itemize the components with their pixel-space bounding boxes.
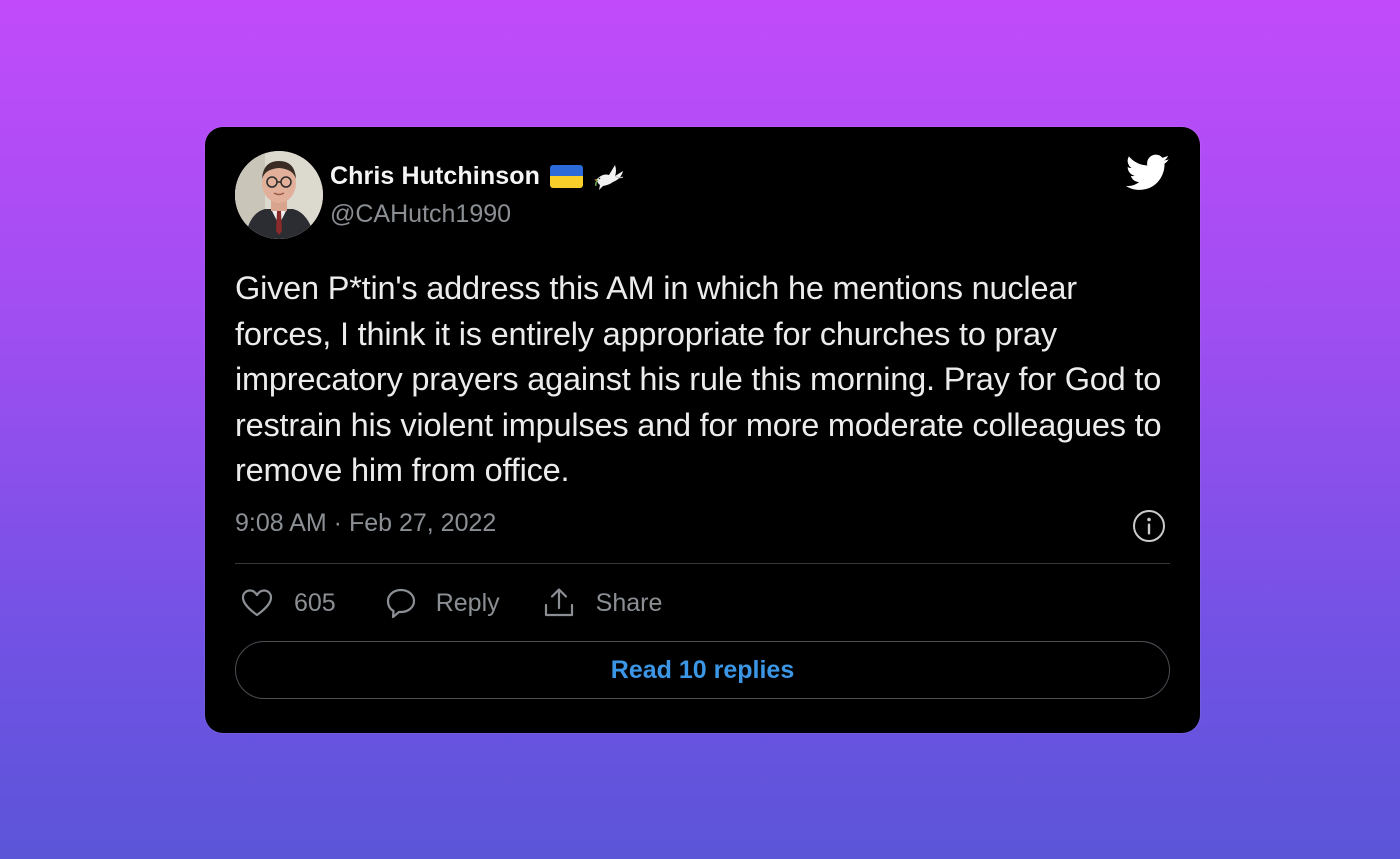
twitter-bird-icon[interactable] (1126, 153, 1170, 193)
reply-label: Reply (435, 588, 500, 617)
action-bar: 605 Reply Share (240, 583, 662, 623)
tweet-timestamp[interactable]: 9:08 AM · Feb 27, 2022 (235, 509, 496, 538)
read-replies-label: Read 10 replies (610, 655, 795, 684)
author-display-name[interactable]: Chris Hutchinson (330, 162, 540, 191)
like-count: 605 (294, 588, 336, 617)
share-icon (544, 588, 573, 617)
reply-button[interactable]: Reply (384, 586, 500, 620)
heart-icon (241, 589, 273, 617)
tweet-text: Given P*tin's address this AM in which h… (235, 270, 1162, 488)
author-name-row: Chris Hutchinson (330, 160, 627, 192)
read-replies-button[interactable]: Read 10 replies (235, 641, 1170, 699)
divider (235, 563, 1170, 564)
avatar[interactable] (235, 151, 323, 239)
like-button[interactable]: 605 (240, 586, 336, 620)
info-icon[interactable] (1132, 509, 1166, 543)
speech-bubble-icon (386, 588, 415, 619)
share-label: Share (595, 588, 663, 617)
ukraine-flag-icon (549, 164, 583, 188)
author-handle[interactable]: @CAHutch1990 (330, 200, 511, 229)
share-button[interactable]: Share (542, 586, 663, 620)
dove-icon (593, 159, 627, 193)
tweet-card: Chris Hutchinson @CAHutch1990 Given P*ti… (205, 127, 1200, 733)
